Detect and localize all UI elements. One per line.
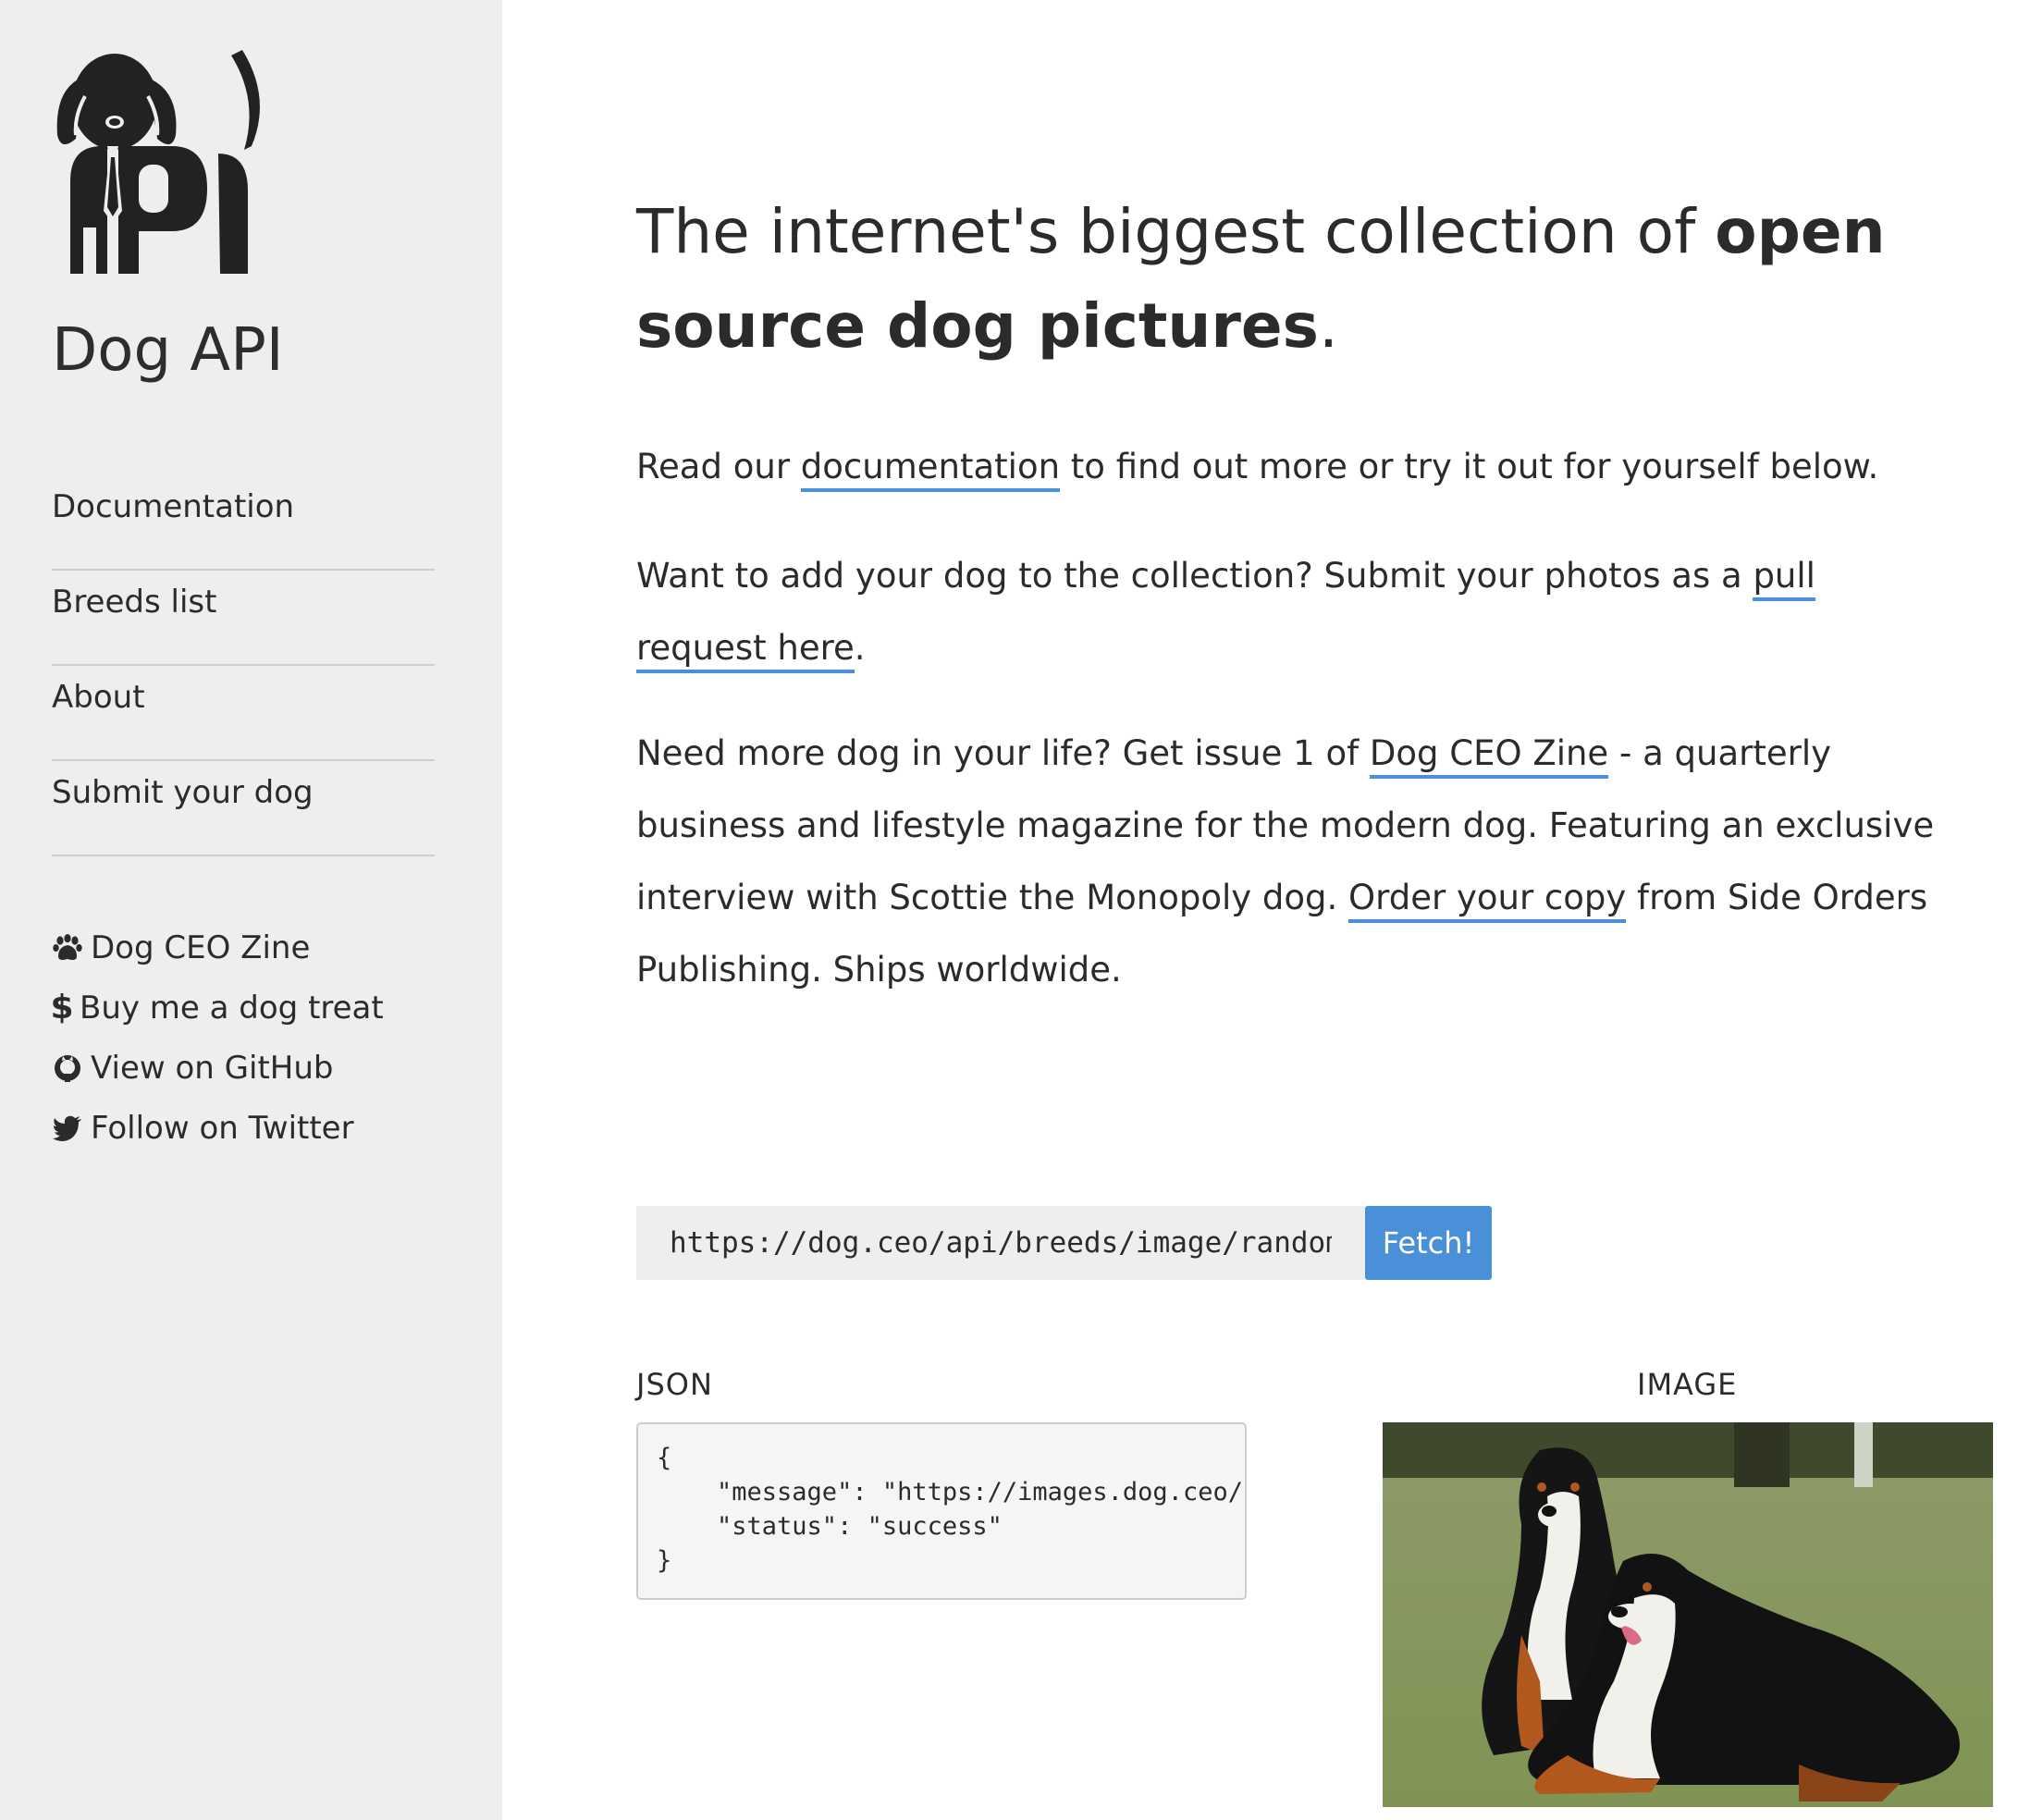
dollar-icon: $ <box>50 989 74 1027</box>
json-label: JSON <box>636 1367 713 1402</box>
treat-link[interactable]: Buy me a dog treat <box>80 990 384 1027</box>
zine-paragraph: Need more dog in your life? Get issue 1 … <box>636 718 1977 1006</box>
nav-item-submit-your-dog: Submit your dog <box>52 761 435 856</box>
submit-paragraph: Want to add your dog to the collection? … <box>636 540 1894 684</box>
fetch-button[interactable]: Fetch! <box>1365 1206 1492 1280</box>
brand-title[interactable]: Dog API <box>52 321 284 380</box>
github-link[interactable]: View on GitHub <box>91 1050 333 1087</box>
headline-suffix: . <box>1318 290 1338 362</box>
p1-before: Read our <box>636 447 801 486</box>
extra-link-twitter[interactable]: Follow on Twitter <box>52 1098 384 1158</box>
p2-after: . <box>854 628 866 668</box>
p2-before: Want to add your dog to the collection? … <box>636 556 1753 596</box>
nav-link-about[interactable]: About <box>52 679 145 716</box>
nav-item-about: About <box>52 666 435 761</box>
intro-paragraph: Read our documentation to find out more … <box>636 431 1959 503</box>
p1-after: to find out more or try it out for yours… <box>1060 447 1879 486</box>
nav-item-breeds-list: Breeds list <box>52 571 435 666</box>
dog-api-logo[interactable] <box>50 43 277 276</box>
github-icon <box>52 1052 83 1084</box>
fetch-bar: Fetch! <box>636 1206 1492 1280</box>
zine-link[interactable]: Dog CEO Zine <box>91 929 310 966</box>
sidebar: Dog API Documentation Breeds list About … <box>0 0 502 1820</box>
nav-item-documentation: Documentation <box>52 475 435 571</box>
image-label: IMAGE <box>1637 1367 1738 1402</box>
endpoint-input[interactable] <box>636 1206 1365 1280</box>
nav-link-documentation[interactable]: Documentation <box>52 488 294 525</box>
twitter-icon <box>52 1113 83 1144</box>
extra-links: Dog CEO Zine $ Buy me a dog treat View o… <box>50 917 384 1158</box>
order-copy-link[interactable]: Order your copy <box>1348 878 1627 923</box>
p3-before: Need more dog in your life? Get issue 1 … <box>636 733 1370 773</box>
extra-link-zine[interactable]: Dog CEO Zine <box>52 917 384 978</box>
nav-link-submit-your-dog[interactable]: Submit your dog <box>52 774 314 811</box>
headline: The internet's biggest collection of ope… <box>636 185 1977 374</box>
nav-link-breeds-list[interactable]: Breeds list <box>52 584 216 621</box>
extra-link-treat[interactable]: $ Buy me a dog treat <box>50 978 384 1038</box>
extra-link-github[interactable]: View on GitHub <box>52 1038 384 1098</box>
dog-photo <box>1383 1422 1993 1807</box>
twitter-link[interactable]: Follow on Twitter <box>91 1110 354 1147</box>
json-output[interactable]: { "message": "https://images.dog.ceo/br … <box>636 1422 1247 1600</box>
paw-icon <box>52 932 83 964</box>
dog-ceo-zine-link[interactable]: Dog CEO Zine <box>1369 733 1609 779</box>
documentation-link[interactable]: documentation <box>800 447 1061 492</box>
headline-prefix: The internet's biggest collection of <box>636 196 1716 267</box>
main-nav: Documentation Breeds list About Submit y… <box>52 475 435 856</box>
